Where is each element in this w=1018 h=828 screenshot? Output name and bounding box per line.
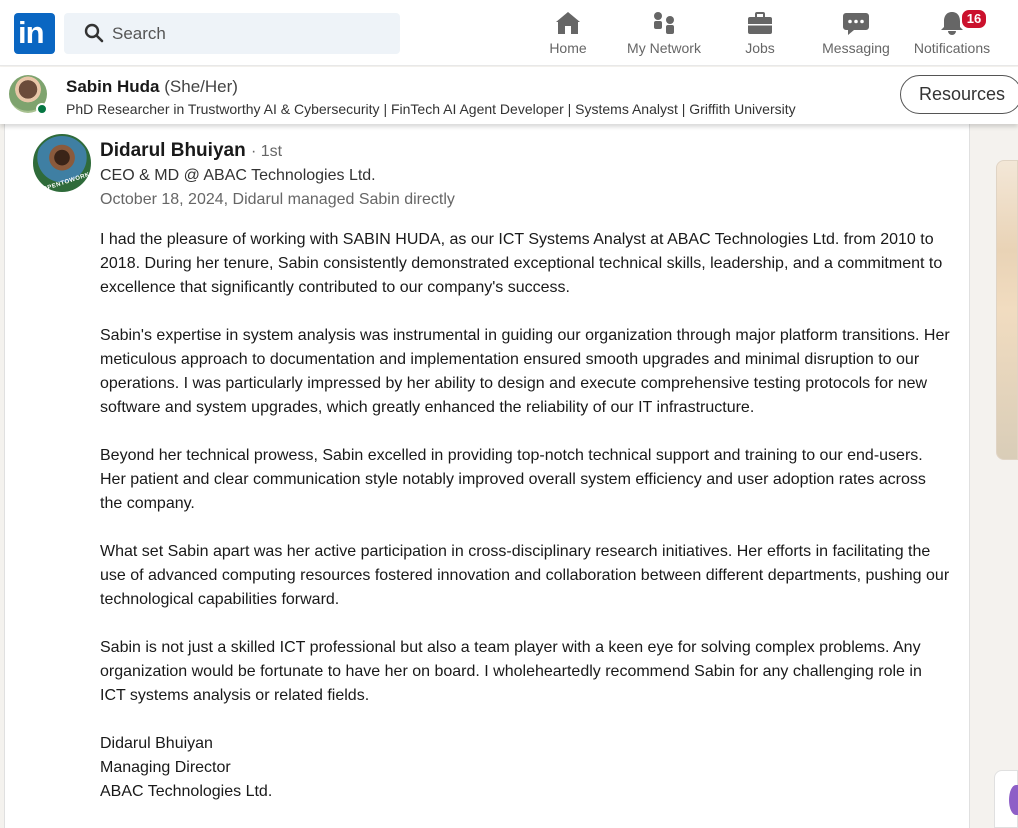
nav-home-label: Home [549,40,587,56]
recommender-name[interactable]: Didarul Bhuiyan [100,140,246,161]
nav-home[interactable]: Home [540,6,596,62]
search-icon [84,23,104,43]
recommendation-paragraph: Sabin's expertise in system analysis was… [100,327,950,416]
home-icon [556,12,580,34]
profile-pronouns: (She/Her) [164,77,238,96]
nav-jobs[interactable]: Jobs [732,6,788,62]
profile-name-line: Sabin Huda (She/Her) [66,77,238,97]
search-input[interactable] [112,13,392,54]
profile-name: Sabin Huda [66,77,160,96]
side-panel-image[interactable] [996,160,1018,460]
nav-my-network-label: My Network [627,40,701,56]
top-navigation-bar: in Home My Network Jobs [0,0,1018,66]
profile-headline: PhD Researcher in Trustworthy AI & Cyber… [66,101,796,117]
resources-button[interactable]: Resources [900,75,1018,114]
recommender-title: CEO & MD @ ABAC Technologies Ltd. [100,167,376,184]
recommender-name-line: Didarul Bhuiyan · 1st [100,140,282,162]
network-icon [654,12,674,34]
side-panel-card[interactable] [994,770,1018,828]
connection-degree: · 1st [250,143,283,160]
notification-badge: 16 [960,8,988,30]
linkedin-logo[interactable]: in [14,13,55,54]
recommendation-text: I had the pleasure of working with SABIN… [100,228,950,804]
message-icon [843,13,869,35]
nav-my-network[interactable]: My Network [619,6,709,62]
nav-notifications[interactable]: 16 Notifications [908,6,996,62]
signature-company: ABAC Technologies Ltd. [100,783,273,800]
recommendation-paragraph: What set Sabin apart was her active part… [100,543,950,608]
signature-name: Didarul Bhuiyan [100,735,213,752]
profile-sticky-header: Sabin Huda (She/Her) PhD Researcher in T… [0,67,1018,124]
nav-messaging[interactable]: Messaging [818,6,894,62]
signature-role: Managing Director [100,759,231,776]
nav-notifications-label: Notifications [913,40,991,56]
nav-messaging-label: Messaging [822,40,890,56]
recommendation-paragraph: Sabin is not just a skilled ICT professi… [100,639,922,704]
online-status-indicator [36,103,48,115]
recommendation-date: October 18, 2024, Didarul managed Sabin … [100,191,455,208]
side-card-avatar [1009,785,1018,815]
recommendation-paragraph: I had the pleasure of working with SABIN… [100,231,943,296]
nav-jobs-label: Jobs [745,40,775,56]
recommendation-paragraph: Beyond her technical prowess, Sabin exce… [100,447,926,512]
search-box[interactable] [64,13,400,54]
briefcase-icon [748,12,772,34]
logo-text: in [18,15,45,50]
